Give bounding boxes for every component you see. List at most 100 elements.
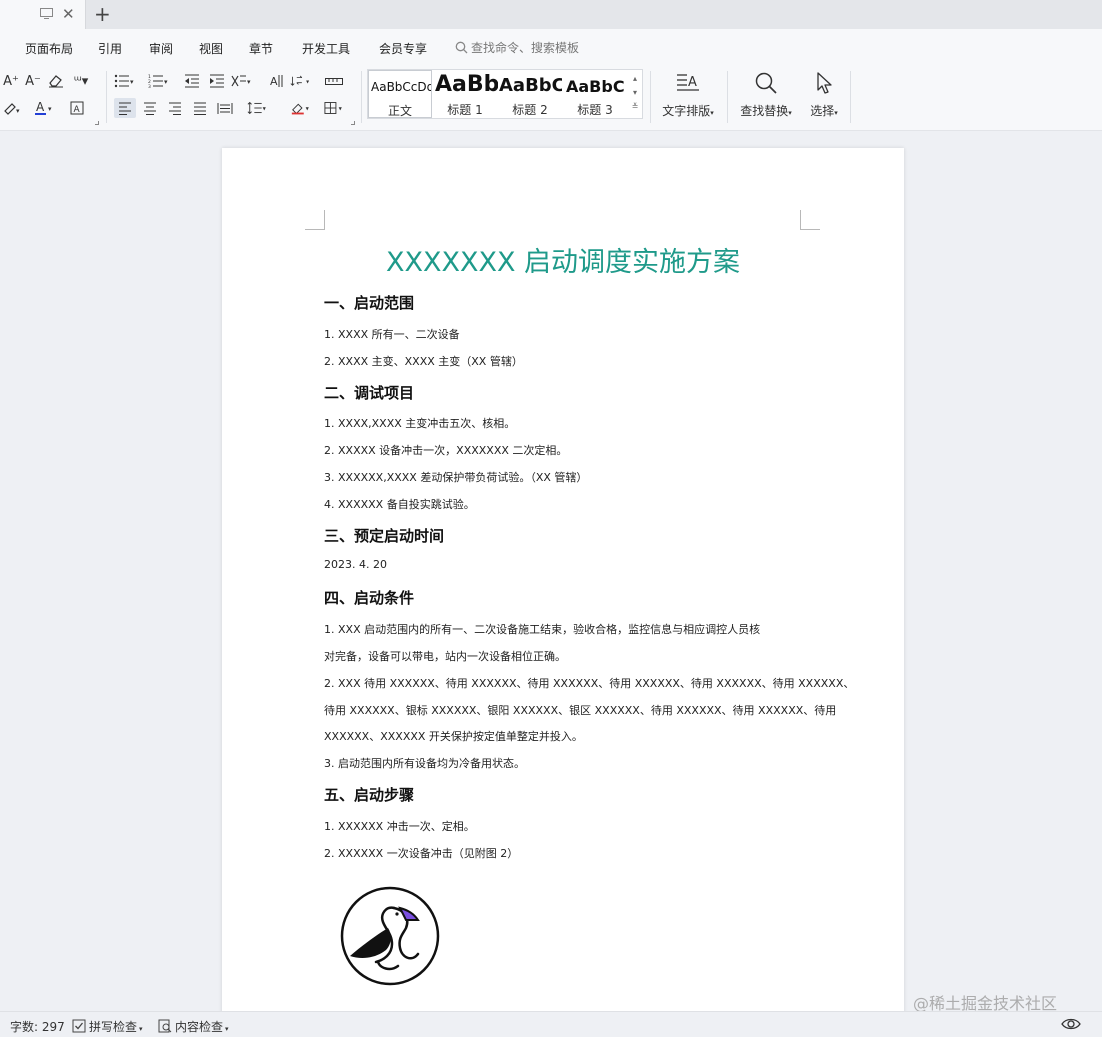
sort-icon[interactable]: ▾ <box>290 71 312 91</box>
style-heading-3-sample: AaBbC <box>566 77 625 96</box>
svg-text:A: A <box>36 100 45 114</box>
menu-references[interactable]: 引用 <box>98 40 122 57</box>
close-tab-icon[interactable]: ✕ <box>62 6 75 22</box>
svg-text:▾: ▾ <box>339 105 343 113</box>
svg-text:▾: ▾ <box>130 78 134 86</box>
chinese-layout-icon[interactable]: ▾ <box>231 71 253 91</box>
paragraph-line: 2. XXXXX 设备冲击一次，XXXXXXX 二次定相。 <box>324 444 568 457</box>
content-check-icon <box>158 1019 172 1033</box>
menu-page-layout[interactable]: 页面布局 <box>25 40 73 57</box>
style-normal[interactable]: AaBbCcDd 正文 <box>368 70 432 118</box>
find-replace-label: 查找替换 <box>740 104 789 118</box>
paragraph-line: 2. XXXXXX 一次设备冲击（见附图 2） <box>324 847 519 860</box>
command-search[interactable]: 查找命令、搜索模板 <box>455 39 579 56</box>
numbered-list-icon[interactable]: 1 2 3 ▾ <box>148 71 170 91</box>
style-heading-2-sample: AaBbC <box>499 75 562 96</box>
text-layout-label: 文字排版 <box>662 104 711 118</box>
paragraph-line: 1. XXXX 所有一、二次设备 <box>324 328 460 341</box>
separator <box>650 71 651 123</box>
style-heading-2[interactable]: AaBbC 标题 2 <box>498 70 562 118</box>
word-count[interactable]: 字数: 297 <box>10 1018 65 1035</box>
distributed-align-icon[interactable] <box>214 98 236 118</box>
paragraph-line: 1. XXXXXX 冲击一次、定相。 <box>324 820 475 833</box>
paragraph-line: 对完备，设备可以带电，站内一次设备相位正确。 <box>324 650 566 663</box>
ruler-icon[interactable] <box>323 71 345 91</box>
crop-mark <box>800 210 820 230</box>
svg-text:▾: ▾ <box>48 105 52 113</box>
line-spacing-icon[interactable]: ▾ <box>247 98 269 118</box>
increase-indent-icon[interactable] <box>206 71 228 91</box>
style-heading-1[interactable]: AaBb 标题 1 <box>432 70 498 118</box>
section-heading: 二、调试项目 <box>324 384 415 402</box>
paragraph-line: XXXXXX、XXXXXX 开关保护按定值单整定并投入。 <box>324 730 583 743</box>
expand-styles-icon[interactable]: ≚ <box>630 100 640 114</box>
new-tab-button[interactable]: + <box>94 3 111 25</box>
paragraph-line: 2. XXXX 主变、XXXX 主变（XX 管辖） <box>324 355 523 368</box>
eye-icon[interactable] <box>1061 1017 1081 1031</box>
svg-text:A: A <box>74 105 81 115</box>
scroll-down-icon[interactable]: ▾ <box>630 86 640 100</box>
svg-text:▾: ▾ <box>306 105 310 113</box>
svg-text:▾: ▾ <box>164 78 168 86</box>
svg-text:▾: ▾ <box>16 107 20 115</box>
menu-view[interactable]: 视图 <box>199 40 223 57</box>
style-heading-3[interactable]: AaBbC 标题 3 <box>562 70 628 118</box>
font-dialog-launcher[interactable] <box>95 121 99 125</box>
justify-icon[interactable] <box>189 98 211 118</box>
section-heading: 一、启动范围 <box>324 294 415 312</box>
text-layout-button[interactable]: A 文字排版▾ <box>658 71 718 119</box>
paragraph-line: 4. XXXXXX 备自投实跳试验。 <box>324 498 475 511</box>
align-left-icon[interactable] <box>114 98 136 118</box>
bullet-list-icon[interactable]: ▾ <box>114 71 136 91</box>
style-heading-2-name: 标题 2 <box>512 103 548 117</box>
clear-format-icon[interactable] <box>45 71 67 91</box>
bird-logo-image[interactable] <box>338 884 442 988</box>
shading-icon[interactable]: ▾ <box>290 98 312 118</box>
section-heading: 五、启动步骤 <box>324 786 415 804</box>
find-replace-button[interactable]: 查找替换▾ <box>736 71 796 119</box>
paragraph-line: 1. XXXX,XXXX 主变冲击五次、核相。 <box>324 417 516 430</box>
grow-font-icon[interactable]: A⁺ <box>0 71 22 91</box>
style-normal-name: 正文 <box>387 104 412 118</box>
align-center-icon[interactable] <box>139 98 161 118</box>
chevron-down-icon: ▾ <box>225 1025 229 1033</box>
document-tab[interactable]: ✕ <box>0 0 86 29</box>
shrink-font-icon[interactable]: A⁻ <box>22 71 44 91</box>
document-page[interactable]: XXXXXXX 启动调度实施方案 一、启动范围 1. XXXX 所有一、二次设备… <box>222 148 904 1018</box>
text-direction-icon[interactable]: A <box>266 71 288 91</box>
borders-icon[interactable]: ▾ <box>324 98 346 118</box>
svg-text:A: A <box>688 75 697 90</box>
svg-text:▾: ▾ <box>263 105 267 113</box>
tab-strip: ✕ + <box>0 0 1102 29</box>
paragraph-line: 1. XXX 启动范围内的所有一、二次设备施工结束，验收合格，监控信息与相应调控… <box>324 623 761 636</box>
phonetic-guide-icon[interactable]: ᵚ▾ <box>70 71 92 91</box>
svg-text:▾: ▾ <box>306 80 309 86</box>
select-label: 选择 <box>810 104 835 118</box>
style-normal-sample: AaBbCcDd <box>371 80 432 94</box>
align-right-icon[interactable] <box>164 98 186 118</box>
content-check-button[interactable]: 内容检查 ▾ <box>158 1018 229 1035</box>
paragraph-line: 3. 启动范围内所有设备均为冷备用状态。 <box>324 757 525 770</box>
menu-section[interactable]: 章节 <box>249 40 273 57</box>
cursor-icon <box>817 72 832 94</box>
separator <box>727 71 728 123</box>
menu-review[interactable]: 审阅 <box>149 40 173 57</box>
content-check-label: 内容检查 <box>175 1020 224 1034</box>
window-icon <box>40 8 53 19</box>
font-color-icon[interactable]: A ▾ <box>33 98 55 118</box>
scroll-up-icon[interactable]: ▴ <box>630 72 640 86</box>
menu-member[interactable]: 会员专享 <box>379 40 427 57</box>
paragraph-dialog-launcher[interactable] <box>351 121 355 125</box>
decrease-indent-icon[interactable] <box>181 71 203 91</box>
chevron-down-icon: ▾ <box>834 109 838 117</box>
spell-check-button[interactable]: 拼写检查 ▾ <box>72 1018 143 1035</box>
select-button[interactable]: 选择▾ <box>804 71 844 119</box>
style-heading-1-sample: AaBb <box>435 72 498 97</box>
highlight-icon[interactable]: ▾ <box>0 98 22 118</box>
styles-scroll[interactable]: ▴ ▾ ≚ <box>630 72 640 114</box>
char-border-icon[interactable]: A <box>66 98 88 118</box>
menu-developer[interactable]: 开发工具 <box>302 40 350 57</box>
section-heading: 四、启动条件 <box>324 589 415 607</box>
checkbox-icon <box>72 1019 86 1033</box>
styles-gallery: AaBbCcDd 正文 AaBb 标题 1 AaBbC 标题 2 AaBbC 标… <box>367 69 643 119</box>
